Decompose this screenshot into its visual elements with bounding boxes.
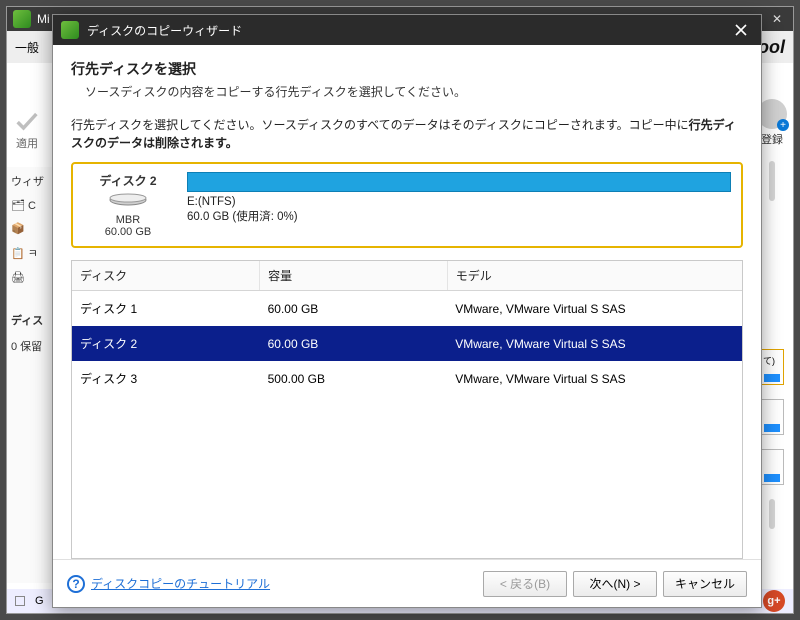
wizard-window: ディスクのコピーウィザード 行先ディスクを選択 ソースディスクの内容をコピーする… (52, 14, 762, 608)
sidebar-item[interactable]: 📦 (11, 222, 50, 235)
cancel-button[interactable]: キャンセル (663, 571, 747, 597)
disk-thumb[interactable] (760, 449, 784, 485)
back-button: < 戻る(B) (483, 571, 567, 597)
disk-thumb[interactable]: て) (760, 349, 784, 385)
volume-bar (187, 172, 731, 192)
page-subheading: ソースディスクの内容をコピーする行先ディスクを選択してください。 (85, 83, 743, 100)
tab-general[interactable]: 一般 (15, 39, 39, 56)
cell-capacity: 500.00 GB (260, 361, 448, 396)
volume-label: E:(NTFS) (187, 196, 731, 208)
wizard-icon (61, 21, 79, 39)
sidebar-section: ディス (11, 312, 50, 328)
col-capacity[interactable]: 容量 (260, 261, 448, 291)
disk-icon (108, 193, 148, 207)
sidebar-item[interactable]: 🗂 C (11, 199, 50, 212)
cell-model: VMware, VMware Virtual S SAS (447, 326, 742, 361)
app-icon (13, 10, 31, 28)
cell-model: VMware, VMware Virtual S SAS (447, 361, 742, 396)
col-disk[interactable]: ディスク (72, 261, 260, 291)
selected-disk-summary: ディスク 2 MBR 60.00 GB (83, 172, 173, 238)
next-button[interactable]: 次へ(N) > (573, 571, 657, 597)
table-row[interactable]: ディスク 3500.00 GBVMware, VMware Virtual S … (72, 361, 742, 396)
page-heading: 行先ディスクを選択 (71, 59, 743, 79)
cell-name: ディスク 1 (72, 291, 260, 327)
selected-disk-size: 60.00 GB (83, 226, 173, 238)
wizard-footer: ? ディスクコピーのチュートリアル < 戻る(B) 次へ(N) > キャンセル (53, 559, 761, 607)
wizard-titlebar: ディスクのコピーウィザード (53, 15, 761, 45)
selected-disk-scheme: MBR (83, 214, 173, 226)
disk-thumb[interactable] (760, 399, 784, 435)
main-close-button[interactable]: ✕ (767, 12, 787, 26)
table-row[interactable]: ディスク 260.00 GBVMware, VMware Virtual S S… (72, 326, 742, 361)
help-link-group: ? ディスクコピーのチュートリアル (67, 575, 270, 593)
instruction-text: 行先ディスクを選択してください。ソースディスクのすべてのデータはそのディスクにコ… (71, 116, 743, 152)
sidebar-item[interactable]: 🖨 (11, 271, 50, 284)
wizard-body: 行先ディスクを選択 ソースディスクの内容をコピーする行先ディスクを選択してくださ… (53, 45, 761, 607)
disk-table: ディスク 容量 モデル ディスク 160.00 GBVMware, VMware… (71, 260, 743, 559)
legend-swatch (15, 596, 25, 606)
main-title: Mi (37, 12, 50, 26)
sidebar-section: 0 保留 (11, 338, 50, 354)
cell-model: VMware, VMware Virtual S SAS (447, 291, 742, 327)
wizard-title: ディスクのコピーウィザード (87, 22, 242, 39)
selected-disk-card: ディスク 2 MBR 60.00 GB E:(NTFS) 60.0 GB (使用… (71, 162, 743, 248)
volume-usage: 60.0 GB (使用済: 0%) (187, 208, 731, 224)
brand-tail: ool (758, 37, 785, 58)
table-row[interactable]: ディスク 160.00 GBVMware, VMware Virtual S S… (72, 291, 742, 327)
register-label[interactable]: 登録 (761, 131, 783, 147)
tutorial-link[interactable]: ディスクコピーのチュートリアル (91, 575, 270, 592)
close-button[interactable] (729, 18, 753, 42)
cell-capacity: 60.00 GB (260, 326, 448, 361)
scrollbar[interactable] (769, 161, 775, 201)
gplus-icon[interactable]: g+ (763, 590, 785, 612)
cell-capacity: 60.00 GB (260, 291, 448, 327)
sidebar: ウィザ 🗂 C 📦 📋 ㅋ 🖨 ディス 0 保留 (7, 167, 55, 583)
scrollbar[interactable] (769, 499, 775, 529)
cell-name: ディスク 2 (72, 326, 260, 361)
cell-name: ディスク 3 (72, 361, 260, 396)
col-model[interactable]: モデル (447, 261, 742, 291)
selected-disk-name: ディスク 2 (83, 172, 173, 189)
sidebar-item[interactable]: 📋 ㅋ (11, 245, 50, 261)
sidebar-item[interactable]: ウィザ (11, 173, 50, 189)
apply-button[interactable]: 適用 (13, 107, 41, 151)
status-text: G (35, 595, 44, 607)
help-icon: ? (67, 575, 85, 593)
